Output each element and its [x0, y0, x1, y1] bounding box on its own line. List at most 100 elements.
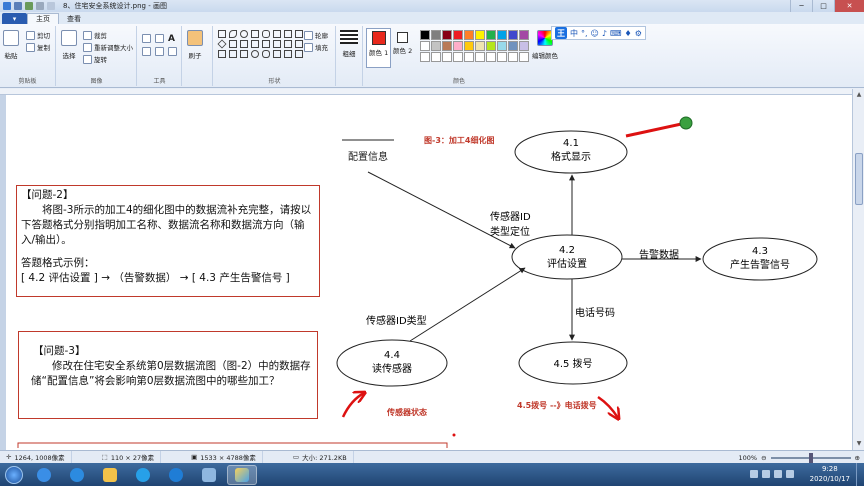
show-desktop-button[interactable]: [856, 463, 864, 486]
taskbar-app-ie[interactable]: [62, 465, 92, 485]
taskbar-app-6[interactable]: [194, 465, 224, 485]
palette-swatch[interactable]: [453, 41, 463, 51]
star5-shape-icon[interactable]: [218, 50, 226, 58]
scroll-up-icon[interactable]: ▲: [855, 91, 863, 99]
taskbar-app-explorer[interactable]: [95, 465, 125, 485]
vertical-scrollbar[interactable]: ▲ ▼: [852, 89, 864, 450]
zoom-slider-thumb[interactable]: [808, 452, 813, 463]
brushes-button[interactable]: 刷子: [187, 30, 203, 60]
tab-view[interactable]: 查看: [59, 13, 89, 24]
tray-icon-1[interactable]: [750, 470, 758, 478]
palette-swatch[interactable]: [475, 52, 485, 62]
color-palette[interactable]: [420, 30, 529, 62]
shapes-gallery[interactable]: [217, 30, 304, 58]
palette-swatch[interactable]: [453, 30, 463, 40]
triangle-shape-icon[interactable]: [284, 30, 292, 38]
eraser-tool[interactable]: [142, 47, 151, 56]
crop-button[interactable]: 裁剪: [83, 30, 107, 40]
palette-swatch[interactable]: [486, 41, 496, 51]
oval-shape-icon[interactable]: [240, 30, 248, 38]
arrow-left-shape-icon[interactable]: [262, 40, 270, 48]
line-shape-icon[interactable]: [218, 30, 226, 38]
fill-dropdown[interactable]: 填充: [304, 42, 328, 52]
star4-shape-icon[interactable]: [295, 40, 303, 48]
palette-swatch[interactable]: [453, 52, 463, 62]
pencil-tool[interactable]: [142, 34, 151, 43]
zoom-slider[interactable]: [770, 452, 851, 463]
ime-logo[interactable]: 王: [555, 27, 567, 39]
scroll-down-icon[interactable]: ▼: [855, 440, 863, 448]
palette-swatch[interactable]: [486, 52, 496, 62]
palette-swatch[interactable]: [497, 30, 507, 40]
paste-button[interactable]: 粘贴: [3, 30, 19, 60]
outline-dropdown[interactable]: 轮廓: [304, 30, 328, 40]
palette-swatch[interactable]: [497, 41, 507, 51]
volume-icon[interactable]: [786, 470, 794, 478]
clock[interactable]: 9:28 2020/10/17: [810, 464, 850, 484]
palette-swatch[interactable]: [442, 52, 452, 62]
palette-swatch[interactable]: [431, 41, 441, 51]
color1-button[interactable]: 颜色 1: [366, 28, 392, 68]
palette-swatch[interactable]: [475, 30, 485, 40]
ime-mode[interactable]: 中: [570, 28, 578, 39]
paint-app-icon[interactable]: [3, 2, 11, 10]
emoji-icon[interactable]: ☺: [591, 29, 599, 38]
palette-swatch[interactable]: [431, 30, 441, 40]
palette-swatch[interactable]: [519, 41, 529, 51]
zoom-in-icon[interactable]: ⊕: [855, 454, 860, 462]
taskbar-app-paint[interactable]: [227, 464, 257, 485]
pentagon-shape-icon[interactable]: [229, 40, 237, 48]
punctuation-icon[interactable]: °,: [581, 29, 588, 38]
taskbar-app-4[interactable]: [128, 465, 158, 485]
palette-swatch[interactable]: [486, 30, 496, 40]
palette-swatch[interactable]: [464, 52, 474, 62]
polygon-shape-icon[interactable]: [273, 30, 281, 38]
palette-swatch[interactable]: [464, 41, 474, 51]
callout-oval-shape-icon[interactable]: [251, 50, 259, 58]
voice-icon[interactable]: ♪: [602, 29, 607, 38]
palette-swatch[interactable]: [508, 52, 518, 62]
cut-button[interactable]: 剪切: [26, 30, 50, 40]
palette-swatch[interactable]: [519, 30, 529, 40]
undo-icon[interactable]: [25, 2, 33, 10]
file-menu-button[interactable]: ▾: [2, 13, 27, 24]
taskbar-app-1[interactable]: [29, 465, 59, 485]
color2-button[interactable]: 颜色 2: [393, 32, 412, 55]
callout-cloud-shape-icon[interactable]: [262, 50, 270, 58]
palette-swatch[interactable]: [475, 41, 485, 51]
palette-swatch[interactable]: [519, 52, 529, 62]
close-button[interactable]: ✕: [834, 0, 864, 12]
customize-qat-icon[interactable]: [47, 2, 55, 10]
palette-swatch[interactable]: [431, 52, 441, 62]
drawing-canvas[interactable]: 配置信息 图-3：加工4细化图 4.1 格式显示 4.2 评估设置 4.3 产生…: [6, 95, 852, 450]
right-triangle-shape-icon[interactable]: [295, 30, 303, 38]
size-button[interactable]: 粗细: [340, 30, 358, 58]
color-picker-tool[interactable]: [155, 47, 164, 56]
arrow-right-shape-icon[interactable]: [251, 40, 259, 48]
select-button[interactable]: 选择: [61, 30, 77, 60]
star6-shape-icon[interactable]: [229, 50, 237, 58]
skin-icon[interactable]: ♦: [625, 29, 632, 38]
rotate-button[interactable]: 旋转: [83, 54, 107, 64]
scrollbar-thumb[interactable]: [855, 153, 863, 205]
maximize-button[interactable]: □: [812, 0, 834, 12]
palette-swatch[interactable]: [508, 30, 518, 40]
more-shapes-icon[interactable]: [295, 50, 303, 58]
palette-swatch[interactable]: [464, 30, 474, 40]
palette-swatch[interactable]: [497, 52, 507, 62]
callout-rect-shape-icon[interactable]: [240, 50, 248, 58]
hexagon-shape-icon[interactable]: [240, 40, 248, 48]
taskbar-app-edge[interactable]: [161, 465, 191, 485]
fill-tool[interactable]: [155, 34, 164, 43]
palette-swatch[interactable]: [420, 52, 430, 62]
curve-shape-icon[interactable]: [229, 30, 237, 38]
zoom-out-icon[interactable]: ⊖: [761, 454, 766, 462]
arrow-up-shape-icon[interactable]: [273, 40, 281, 48]
resize-button[interactable]: 重新调整大小: [83, 42, 133, 52]
heart-shape-icon[interactable]: [273, 50, 281, 58]
text-tool[interactable]: A: [168, 34, 175, 44]
lightning-shape-icon[interactable]: [284, 50, 292, 58]
diamond-shape-icon[interactable]: [217, 39, 227, 49]
settings-icon[interactable]: ⚙: [635, 29, 642, 38]
tab-home[interactable]: 主页: [27, 13, 59, 24]
